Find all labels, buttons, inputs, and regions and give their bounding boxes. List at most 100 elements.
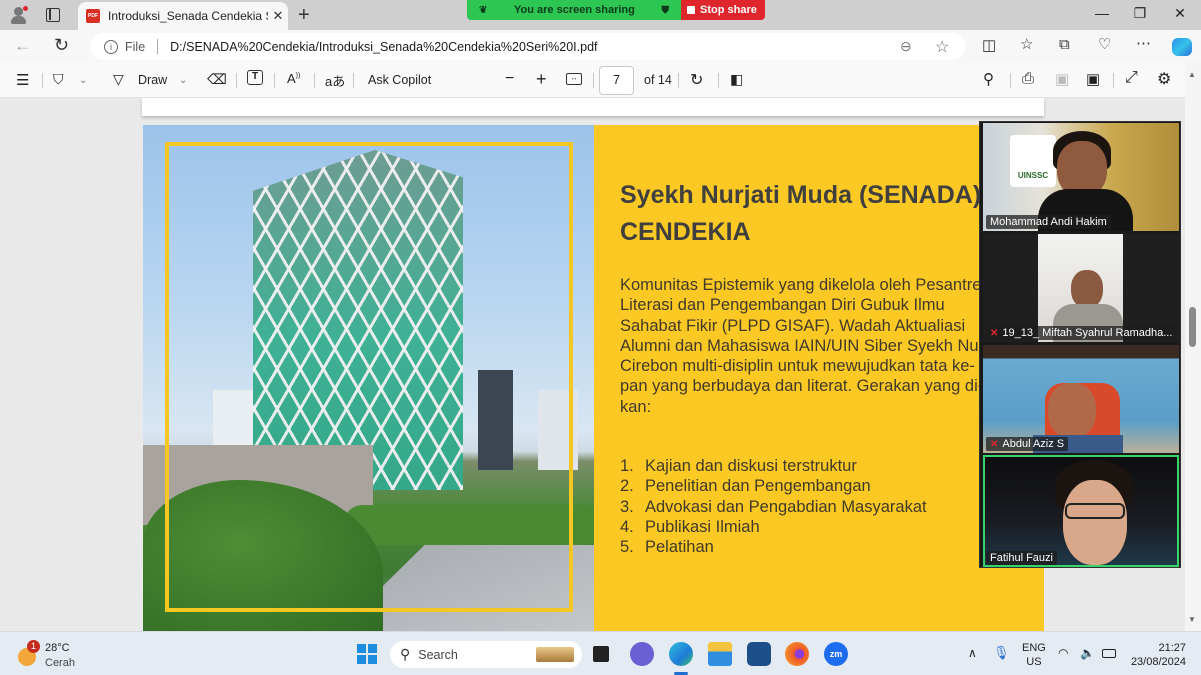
highlight-icon[interactable]: ⛉ bbox=[53, 71, 64, 88]
tab-close-button[interactable]: ✕ bbox=[268, 8, 288, 24]
print-icon[interactable]: ⎙ bbox=[1022, 70, 1034, 87]
shield-icon: ⛊ bbox=[661, 4, 670, 16]
collections-icon[interactable]: ⧉ bbox=[1059, 37, 1070, 52]
weather-temperature: 28°C bbox=[45, 642, 70, 654]
minimize-button[interactable]: — bbox=[1088, 5, 1116, 25]
stop-share-button[interactable]: Stop share bbox=[681, 0, 765, 20]
edge-browser-icon[interactable] bbox=[669, 642, 693, 666]
restore-button[interactable]: ❐ bbox=[1126, 5, 1154, 25]
zoom-out-button[interactable]: − bbox=[505, 70, 514, 88]
video-gallery[interactable]: UINSSC Mohammad Andi Hakim ✕ 19_13_ Mifta… bbox=[979, 121, 1181, 568]
participant-video-tile[interactable]: ✕ 19_13_ Miftah Syahrul Ramadha... bbox=[983, 234, 1179, 342]
read-aloud-icon[interactable]: A)) bbox=[287, 71, 300, 86]
rotate-icon[interactable]: ↻ bbox=[690, 70, 703, 90]
toolbar-divider bbox=[236, 73, 237, 88]
ask-copilot-button[interactable]: Ask Copilot bbox=[368, 73, 431, 87]
participant-glasses bbox=[1065, 503, 1125, 519]
contents-icon[interactable]: ☰ bbox=[16, 71, 29, 89]
firefox-icon[interactable] bbox=[785, 642, 809, 666]
back-arrow-icon[interactable]: ← bbox=[14, 37, 31, 54]
toolbar-divider bbox=[593, 73, 594, 88]
add-text-icon[interactable]: T bbox=[247, 70, 263, 85]
chevron-down-icon[interactable]: ⌄ bbox=[179, 75, 187, 86]
find-icon[interactable]: ⚲ bbox=[983, 70, 994, 88]
participant-name-label: Mohammad Andi Hakim bbox=[986, 215, 1111, 229]
microsoft-store-icon[interactable] bbox=[747, 642, 771, 666]
participant-video-tile[interactable]: UINSSC Mohammad Andi Hakim bbox=[983, 123, 1179, 231]
toolbar-divider bbox=[1113, 73, 1114, 88]
browser-tab-active[interactable]: PDF Introduksi_Senada Cendekia Seri ✕ bbox=[78, 2, 288, 30]
notification-badge: 1 bbox=[27, 640, 40, 653]
building-photo bbox=[143, 125, 594, 631]
more-options-icon[interactable]: ⋯ bbox=[1136, 36, 1151, 51]
fit-to-width-icon[interactable]: ↔ bbox=[566, 73, 582, 85]
participant-video-tile[interactable]: ✕ Abdul Aziz S bbox=[983, 345, 1179, 453]
teams-meet-icon[interactable] bbox=[630, 642, 654, 666]
slide-title-line: Syekh Nurjati Muda (SENADA) bbox=[620, 181, 982, 209]
participant-video-tile-active-speaker[interactable]: Fatihul Fauzi bbox=[983, 455, 1179, 567]
favorite-star-icon[interactable]: ☆ bbox=[935, 37, 949, 57]
toolbar-divider bbox=[274, 73, 275, 88]
new-tab-button[interactable]: + bbox=[298, 4, 310, 27]
start-windows-icon[interactable] bbox=[357, 644, 377, 664]
save-as-icon[interactable]: ▣ bbox=[1086, 70, 1100, 88]
previous-page-bottom bbox=[142, 98, 1044, 116]
screen-share-banner: ❦ You are screen sharing ⛊ Stop share bbox=[467, 0, 765, 20]
settings-gear-icon[interactable]: ⚙ bbox=[1157, 69, 1171, 89]
profile-avatar-icon[interactable] bbox=[10, 6, 28, 24]
language-code: ENG bbox=[1022, 642, 1046, 654]
file-explorer-icon[interactable] bbox=[708, 642, 732, 666]
show-hidden-icons-chevron[interactable]: ∧ bbox=[968, 646, 977, 660]
copilot-icon[interactable] bbox=[1172, 38, 1192, 56]
chevron-down-icon[interactable]: ⌄ bbox=[79, 75, 87, 86]
translate-icon[interactable]: aあ bbox=[325, 71, 345, 90]
split-screen-icon[interactable]: ◫ bbox=[982, 38, 996, 53]
eraser-icon[interactable]: ⌫ bbox=[207, 71, 227, 88]
slide-body-line: Alumni dan Mahasiswa IAIN/UIN Siber Syek… bbox=[620, 336, 1006, 355]
draw-button[interactable]: Draw bbox=[138, 73, 167, 87]
zoom-out-page-icon[interactable]: ⊖ bbox=[900, 38, 912, 55]
wifi-icon[interactable]: ◠ bbox=[1058, 646, 1068, 660]
toolbar-divider bbox=[42, 73, 43, 88]
address-bar[interactable]: i File D:/SENADA%20Cendekia/Introduksi_S… bbox=[90, 33, 965, 60]
address-prefix: File bbox=[125, 39, 146, 54]
participant-face bbox=[1048, 383, 1096, 438]
list-number: 3. bbox=[620, 497, 634, 516]
volume-icon[interactable]: 🔈 bbox=[1080, 646, 1095, 660]
draw-icon[interactable]: ▽ bbox=[113, 71, 124, 88]
participant-face bbox=[1071, 270, 1103, 308]
tab-actions-icon[interactable] bbox=[46, 8, 60, 22]
page-view-icon[interactable]: ◧ bbox=[730, 71, 743, 88]
task-view-icon[interactable] bbox=[593, 646, 609, 662]
microphone-icon[interactable]: 🎙 bbox=[993, 646, 1010, 660]
search-icon: ⚲ bbox=[400, 646, 411, 662]
weather-widget[interactable]: 1 28°C Cerah bbox=[16, 638, 96, 670]
list-number: 5. bbox=[620, 538, 634, 557]
vertical-scrollbar[interactable]: ▲ ▼ bbox=[1185, 62, 1201, 631]
refresh-icon[interactable]: ↻ bbox=[54, 36, 69, 54]
clock[interactable]: 21:27 23/08/2024 bbox=[1126, 641, 1186, 669]
close-window-button[interactable]: ✕ bbox=[1166, 5, 1194, 25]
toolbar-divider bbox=[1010, 73, 1011, 88]
scroll-up-arrow-icon[interactable]: ▲ bbox=[1188, 70, 1196, 79]
pdf-file-icon: PDF bbox=[86, 9, 100, 23]
page-number-input[interactable]: 7 bbox=[599, 66, 634, 95]
zoom-app-icon[interactable]: zm bbox=[824, 642, 848, 666]
browser-essentials-icon[interactable]: ♡ bbox=[1098, 37, 1111, 52]
language-indicator[interactable]: ENG US bbox=[1022, 641, 1046, 669]
zoom-in-button[interactable]: + bbox=[536, 69, 547, 90]
participant-name: Mohammad Andi Hakim bbox=[990, 216, 1107, 228]
favorites-icon[interactable]: ☆ bbox=[1020, 37, 1033, 52]
address-url[interactable]: D:/SENADA%20Cendekia/Introduksi_Senada%2… bbox=[170, 40, 597, 54]
battery-icon[interactable] bbox=[1102, 649, 1116, 658]
slide-body: Komunitas Epistemik yang dikelola oleh P… bbox=[620, 275, 1005, 417]
taskbar-search-box[interactable]: ⚲ Search bbox=[390, 641, 582, 668]
clock-date: 23/08/2024 bbox=[1130, 656, 1186, 668]
scrollbar-thumb[interactable] bbox=[1189, 307, 1196, 347]
screen-sharing-status: ❦ You are screen sharing ⛊ bbox=[467, 0, 681, 20]
scroll-down-arrow-icon[interactable]: ▼ bbox=[1188, 615, 1196, 624]
fullscreen-icon[interactable]: ⤢ bbox=[1125, 69, 1138, 87]
info-icon[interactable]: i bbox=[104, 39, 118, 54]
slide-title: Syekh Nurjati Muda (SENADA) CENDEKIA bbox=[620, 177, 981, 251]
list-text: Advokasi dan Pengabdian Masyarakat bbox=[645, 497, 927, 516]
